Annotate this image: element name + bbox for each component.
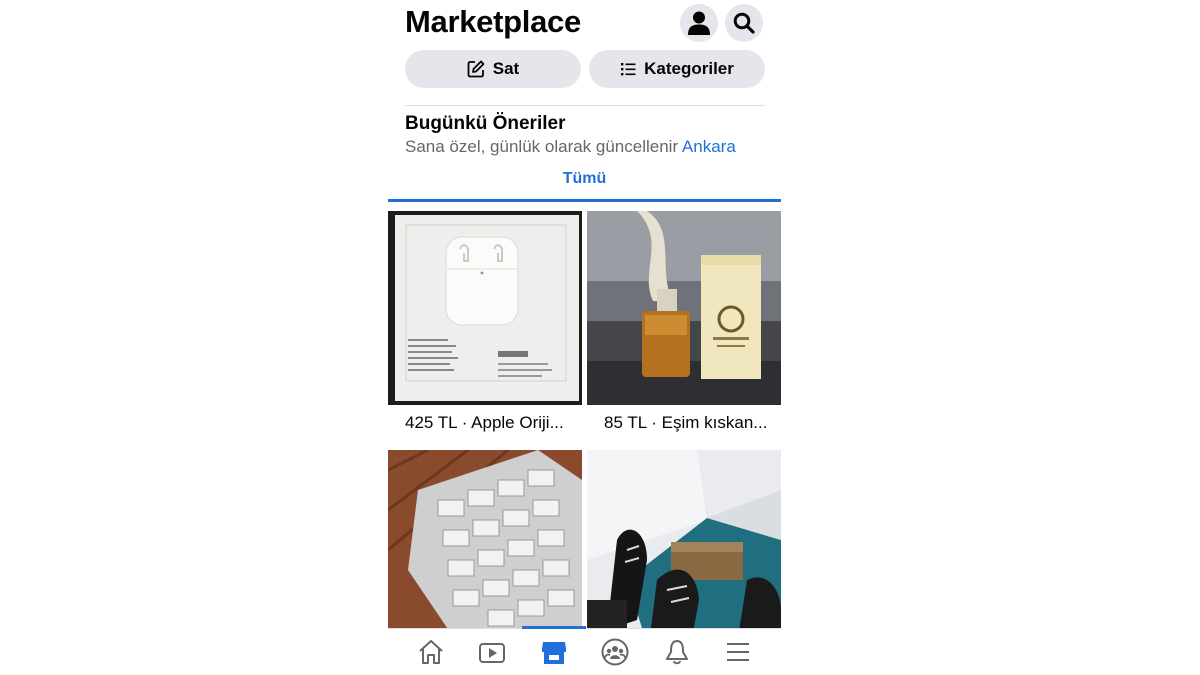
categories-label: Kategoriler	[644, 59, 734, 78]
listing-card[interactable]: 425 TL · Apple Oriji...	[388, 211, 582, 432]
listing-image[interactable]	[587, 450, 781, 644]
listing-image[interactable]	[587, 211, 781, 405]
listing-caption[interactable]: 85 TL · Eşim kıskan...	[604, 413, 767, 433]
bottom-nav	[388, 626, 781, 675]
location-link[interactable]: Ankara	[682, 137, 736, 156]
listing-card[interactable]: 85 TL · Eşim kıskan...	[587, 211, 781, 432]
person-icon	[688, 11, 710, 35]
section-subtitle: Sana özel, günlük olarak güncellenir Ank…	[405, 137, 736, 157]
nav-notifications[interactable]	[653, 632, 701, 672]
listing-image[interactable]	[388, 211, 582, 405]
divider	[405, 105, 765, 106]
notifications-icon	[665, 640, 688, 665]
list-icon	[621, 63, 636, 76]
nav-marketplace[interactable]	[521, 626, 586, 672]
sell-label: Sat	[492, 59, 520, 78]
categories-button[interactable]: Kategoriler	[589, 50, 765, 88]
home-icon	[419, 640, 443, 664]
compose-icon	[467, 60, 485, 78]
video-icon	[479, 643, 506, 663]
nav-home[interactable]	[407, 632, 455, 672]
nav-menu[interactable]	[714, 632, 762, 672]
profile-button[interactable]	[680, 4, 718, 42]
marketplace-icon	[541, 642, 566, 664]
nav-groups[interactable]	[591, 632, 639, 672]
section-title: Bugünkü Öneriler	[405, 113, 566, 134]
tab-active-indicator	[388, 199, 781, 202]
action-row: Sat Kategoriler	[405, 50, 765, 88]
search-icon	[733, 12, 755, 34]
listing-image[interactable]	[388, 450, 582, 644]
listing-caption[interactable]: 425 TL · Apple Oriji...	[405, 413, 564, 433]
menu-icon	[727, 643, 750, 661]
tab-all[interactable]: Tümü	[388, 170, 781, 188]
header: Marketplace	[405, 0, 765, 44]
groups-icon	[601, 638, 629, 666]
page-title: Marketplace	[405, 4, 581, 39]
marketplace-screen: Marketplace Sat Kategoriler Bugünkü Öner…	[388, 0, 781, 675]
section-subtitle-text: Sana özel, günlük olarak güncellenir	[405, 137, 679, 156]
search-button[interactable]	[725, 4, 763, 42]
listing-card[interactable]	[587, 450, 781, 644]
listing-card[interactable]	[388, 450, 582, 644]
nav-watch[interactable]	[468, 632, 516, 672]
sell-button[interactable]: Sat	[405, 50, 581, 88]
